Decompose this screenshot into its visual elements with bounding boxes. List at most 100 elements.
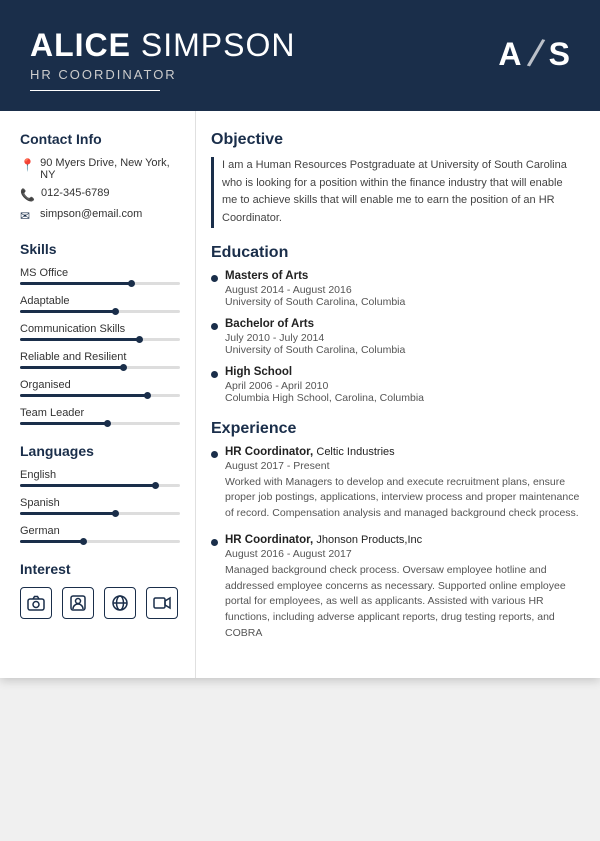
skill-name: Communication Skills xyxy=(20,323,180,335)
language-bar xyxy=(20,540,180,543)
skill-name: Adaptable xyxy=(20,295,180,307)
skill-bar-fill xyxy=(20,310,116,313)
location-icon: 📍 xyxy=(20,158,34,172)
languages-section: Languages English Spanish German xyxy=(20,443,180,543)
left-column: Contact Info 📍 90 Myers Drive, New York,… xyxy=(0,111,195,677)
skills-title: Skills xyxy=(20,241,180,257)
objective-section: Objective I am a Human Resources Postgra… xyxy=(211,131,580,227)
full-name: ALICE SIMPSON xyxy=(30,28,295,63)
exp-company: Celtic Industries xyxy=(316,446,394,458)
language-name: English xyxy=(20,469,180,481)
language-name: Spanish xyxy=(20,497,180,509)
language-bar xyxy=(20,484,180,487)
initial-a: A xyxy=(498,36,521,73)
experience-list: HR Coordinator, Celtic Industries August… xyxy=(211,446,580,642)
education-section: Education Masters of Arts August 2014 - … xyxy=(211,244,580,404)
phone-icon: 📞 xyxy=(20,188,35,202)
slash-icon: / xyxy=(524,31,546,77)
interest-title: Interest xyxy=(20,561,180,577)
language-name: German xyxy=(20,525,180,537)
skill-bar-fill xyxy=(20,338,140,341)
edu-school: Columbia High School, Carolina, Columbia xyxy=(225,392,580,404)
first-name: ALICE xyxy=(30,27,131,63)
camera-icon xyxy=(20,587,52,619)
email-text: simpson@email.com xyxy=(40,208,142,220)
video-icon xyxy=(146,587,178,619)
address-item: 📍 90 Myers Drive, New York, NY xyxy=(20,157,180,181)
education-item: High School April 2006 - April 2010 Colu… xyxy=(211,366,580,404)
exp-date: August 2017 - Present xyxy=(225,460,580,472)
language-item: English xyxy=(20,469,180,487)
skill-bar xyxy=(20,394,180,397)
edu-date: August 2014 - August 2016 xyxy=(225,284,580,296)
exp-date: August 2016 - August 2017 xyxy=(225,548,580,560)
address-text: 90 Myers Drive, New York, NY xyxy=(40,157,180,181)
right-column: Objective I am a Human Resources Postgra… xyxy=(195,111,600,677)
job-title: HR COORDINATOR xyxy=(30,67,295,82)
skill-name: MS Office xyxy=(20,267,180,279)
header: ALICE SIMPSON HR COORDINATOR A / S xyxy=(0,0,600,111)
experience-title: Experience xyxy=(211,420,580,438)
experience-item: HR Coordinator, Jhonson Products,Inc Aug… xyxy=(211,534,580,642)
exp-title: HR Coordinator, Jhonson Products,Inc xyxy=(225,534,580,546)
skill-bar xyxy=(20,366,180,369)
edu-degree: High School xyxy=(225,366,580,378)
contact-section: Contact Info 📍 90 Myers Drive, New York,… xyxy=(20,131,180,223)
skill-name: Organised xyxy=(20,379,180,391)
exp-desc: Managed background check process. Oversa… xyxy=(225,563,580,642)
education-item: Bachelor of Arts July 2010 - July 2014 U… xyxy=(211,318,580,356)
language-bar xyxy=(20,512,180,515)
skill-bar-fill xyxy=(20,282,132,285)
skill-item: Adaptable xyxy=(20,295,180,313)
language-item: Spanish xyxy=(20,497,180,515)
skill-item: Reliable and Resilient xyxy=(20,351,180,369)
skill-bar-fill xyxy=(20,366,124,369)
resume: ALICE SIMPSON HR COORDINATOR A / S Conta… xyxy=(0,0,600,678)
language-bar-fill xyxy=(20,540,84,543)
phone-item: 📞 012-345-6789 xyxy=(20,187,180,202)
email-item: ✉ simpson@email.com xyxy=(20,208,180,223)
skill-bar-fill xyxy=(20,394,148,397)
skill-item: Communication Skills xyxy=(20,323,180,341)
skill-name: Team Leader xyxy=(20,407,180,419)
language-bar-fill xyxy=(20,484,156,487)
objective-title: Objective xyxy=(211,131,580,149)
initial-s: S xyxy=(549,36,570,73)
skill-bar xyxy=(20,310,180,313)
education-list: Masters of Arts August 2014 - August 201… xyxy=(211,270,580,404)
skill-item: Team Leader xyxy=(20,407,180,425)
interest-icons xyxy=(20,587,180,619)
skill-bar xyxy=(20,282,180,285)
contact-title: Contact Info xyxy=(20,131,180,147)
globe-icon xyxy=(104,587,136,619)
edu-school: University of South Carolina, Columbia xyxy=(225,296,580,308)
skill-bar xyxy=(20,338,180,341)
exp-title: HR Coordinator, Celtic Industries xyxy=(225,446,580,458)
skill-bar-fill xyxy=(20,422,108,425)
edu-date: April 2006 - April 2010 xyxy=(225,380,580,392)
languages-title: Languages xyxy=(20,443,180,459)
initials-logo: A / S xyxy=(498,32,570,77)
interest-section: Interest xyxy=(20,561,180,619)
edu-degree: Bachelor of Arts xyxy=(225,318,580,330)
language-bar-fill xyxy=(20,512,116,515)
objective-text: I am a Human Resources Postgraduate at U… xyxy=(211,157,580,227)
edu-school: University of South Carolina, Columbia xyxy=(225,344,580,356)
skill-item: MS Office xyxy=(20,267,180,285)
edu-degree: Masters of Arts xyxy=(225,270,580,282)
person-icon xyxy=(62,587,94,619)
skill-bar xyxy=(20,422,180,425)
experience-item: HR Coordinator, Celtic Industries August… xyxy=(211,446,580,522)
languages-list: English Spanish German xyxy=(20,469,180,543)
exp-desc: Worked with Managers to develop and exec… xyxy=(225,475,580,522)
skill-item: Organised xyxy=(20,379,180,397)
edu-date: July 2010 - July 2014 xyxy=(225,332,580,344)
body: Contact Info 📍 90 Myers Drive, New York,… xyxy=(0,111,600,677)
phone-text: 012-345-6789 xyxy=(41,187,110,199)
email-icon: ✉ xyxy=(20,209,34,223)
last-name: SIMPSON xyxy=(131,27,295,63)
skills-section: Skills MS Office Adaptable Communication… xyxy=(20,241,180,425)
experience-section: Experience HR Coordinator, Celtic Indust… xyxy=(211,420,580,642)
education-title: Education xyxy=(211,244,580,262)
skills-list: MS Office Adaptable Communication Skills… xyxy=(20,267,180,425)
